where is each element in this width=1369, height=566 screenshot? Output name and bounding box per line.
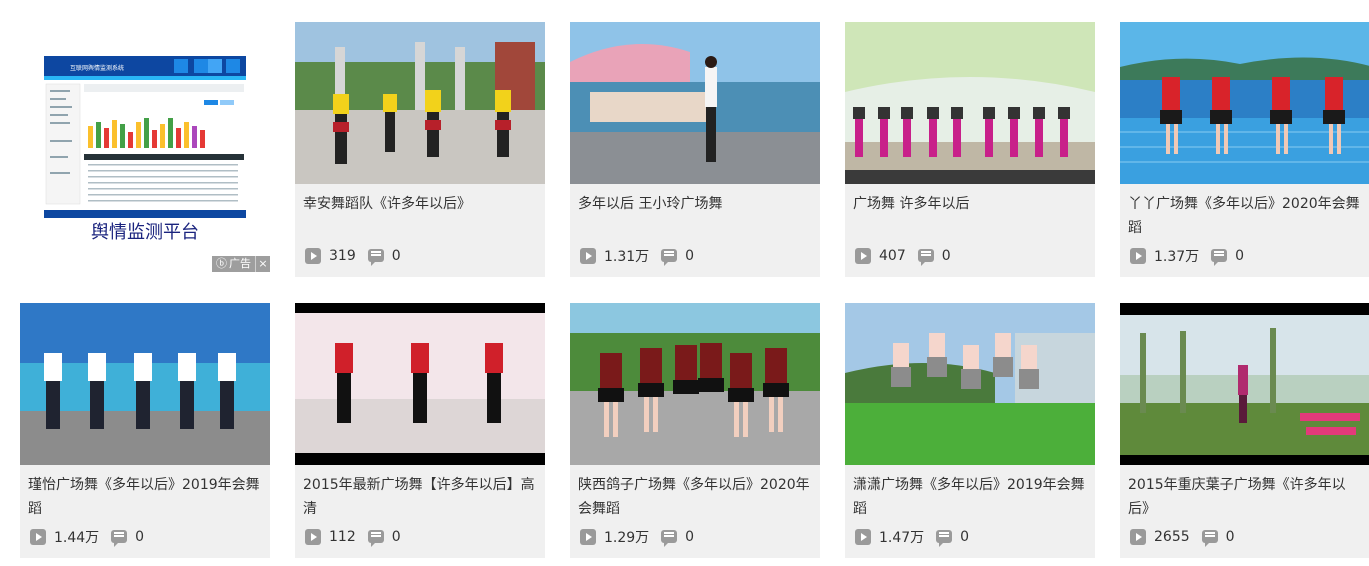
play-icon (305, 248, 321, 264)
ad-card[interactable]: 互联网舆情监测系统 舆情监测平台 ⓑ 广告 × (20, 22, 270, 277)
video-stats: 407 0 (855, 247, 951, 266)
comment-icon (367, 529, 384, 547)
video-stats: 1.31万 0 (580, 247, 695, 266)
comment-icon (936, 529, 953, 547)
comment-count: 0 (1235, 248, 1245, 264)
video-thumbnail[interactable] (845, 22, 1095, 184)
ad-label-text: 广告 (229, 257, 251, 270)
video-card[interactable]: 多年以后 王小玲广场舞 1.31万 0 (570, 22, 820, 277)
video-title[interactable]: 丫丫广场舞《多年以后》2020年会舞蹈 (1128, 192, 1364, 240)
ad-mark-icon: ⓑ (216, 257, 227, 270)
comment-icon (661, 529, 678, 547)
video-stats: 2655 0 (1130, 528, 1235, 547)
comment-icon (111, 529, 128, 547)
video-thumbnail[interactable] (20, 303, 270, 465)
comment-icon (1201, 529, 1218, 547)
play-icon (305, 529, 321, 545)
play-count: 2655 (1154, 529, 1190, 545)
video-card[interactable]: 2015年重庆葉子广场舞《许多年以后》 2655 0 (1120, 303, 1369, 558)
video-card[interactable]: 广场舞 许多年以后 407 0 (845, 22, 1095, 277)
video-title[interactable]: 2015年最新广场舞【许多年以后】高清 (303, 473, 539, 521)
video-card[interactable]: 丫丫广场舞《多年以后》2020年会舞蹈 1.37万 0 (1120, 22, 1369, 277)
video-card[interactable]: 陕西鸽子广场舞《多年以后》2020年会舞蹈 1.29万 0 (570, 303, 820, 558)
play-count: 1.37万 (1154, 249, 1200, 265)
play-icon (30, 529, 46, 545)
play-icon (580, 529, 596, 545)
video-stats: 1.29万 0 (580, 528, 695, 547)
play-count: 1.29万 (604, 530, 650, 546)
comment-count: 0 (1225, 529, 1235, 545)
close-icon[interactable]: × (255, 256, 270, 272)
comment-count: 0 (391, 248, 401, 264)
comment-count: 0 (960, 529, 970, 545)
ad-badge: ⓑ 广告 × (212, 256, 270, 272)
play-icon (855, 529, 871, 545)
play-icon (1130, 248, 1146, 264)
ad-screenshot[interactable]: 互联网舆情监测系统 (44, 56, 246, 218)
play-icon (1130, 529, 1146, 545)
video-card[interactable]: 瑾怡广场舞《多年以后》2019年会舞蹈 1.44万 0 (20, 303, 270, 558)
video-title[interactable]: 潇潇广场舞《多年以后》2019年会舞蹈 (853, 473, 1089, 521)
video-title[interactable]: 幸安舞蹈队《许多年以后》 (303, 192, 539, 216)
video-thumbnail[interactable] (570, 22, 820, 184)
play-count: 1.47万 (879, 530, 925, 546)
video-title[interactable]: 广场舞 许多年以后 (853, 192, 1089, 216)
play-count: 407 (879, 248, 906, 264)
play-icon (855, 248, 871, 264)
video-stats: 1.37万 0 (1130, 247, 1245, 266)
play-icon (580, 248, 596, 264)
comment-icon (917, 248, 934, 266)
comment-count: 0 (941, 248, 951, 264)
ad-label: ⓑ 广告 (212, 256, 255, 272)
comment-count: 0 (135, 529, 145, 545)
video-thumbnail[interactable] (295, 303, 545, 465)
play-count: 112 (329, 529, 356, 545)
video-title[interactable]: 陕西鸽子广场舞《多年以后》2020年会舞蹈 (578, 473, 814, 521)
video-thumbnail[interactable] (845, 303, 1095, 465)
video-stats: 319 0 (305, 247, 401, 266)
comment-icon (661, 248, 678, 266)
video-stats: 1.44万 0 (30, 528, 145, 547)
video-thumbnail[interactable] (1120, 303, 1369, 465)
comment-count: 0 (391, 529, 401, 545)
video-title[interactable]: 2015年重庆葉子广场舞《许多年以后》 (1128, 473, 1364, 521)
play-count: 1.31万 (604, 249, 650, 265)
video-thumbnail[interactable] (295, 22, 545, 184)
video-thumbnail[interactable] (570, 303, 820, 465)
comment-count: 0 (685, 529, 695, 545)
video-card[interactable]: 2015年最新广场舞【许多年以后】高清 112 0 (295, 303, 545, 558)
comment-icon (367, 248, 384, 266)
video-grid: 互联网舆情监测系统 舆情监测平台 ⓑ 广告 × 幸安舞蹈队《许多年以后》 319… (0, 0, 1369, 566)
video-card[interactable]: 幸安舞蹈队《许多年以后》 319 0 (295, 22, 545, 277)
comment-icon (1211, 248, 1228, 266)
play-count: 1.44万 (54, 530, 100, 546)
ad-caption[interactable]: 舆情监测平台 (20, 218, 270, 244)
comment-count: 0 (685, 248, 695, 264)
play-count: 319 (329, 248, 356, 264)
video-title[interactable]: 多年以后 王小玲广场舞 (578, 192, 814, 216)
video-thumbnail[interactable] (1120, 22, 1369, 184)
video-stats: 112 0 (305, 528, 401, 547)
video-title[interactable]: 瑾怡广场舞《多年以后》2019年会舞蹈 (28, 473, 264, 521)
video-stats: 1.47万 0 (855, 528, 970, 547)
video-card[interactable]: 潇潇广场舞《多年以后》2019年会舞蹈 1.47万 0 (845, 303, 1095, 558)
ad-screenshot-title: 互联网舆情监测系统 (70, 64, 124, 72)
